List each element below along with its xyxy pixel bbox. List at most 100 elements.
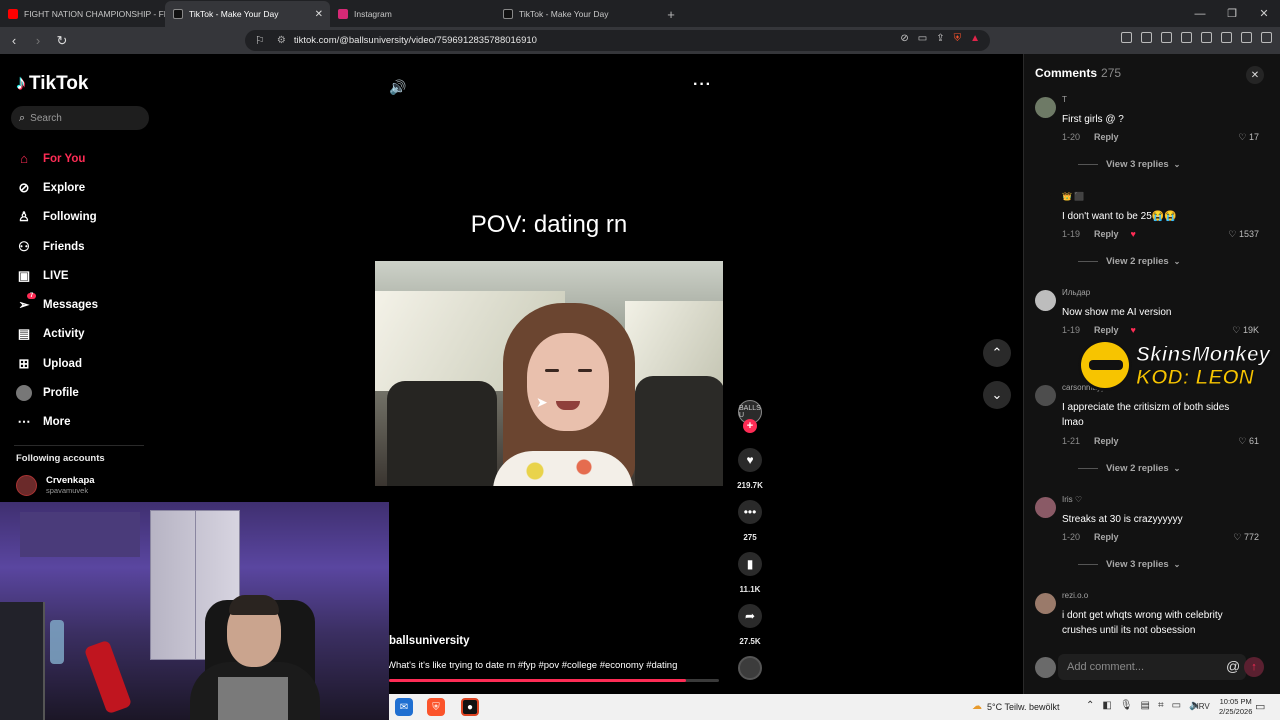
comment-text: i dont get whqts wrong with celebrity cr… xyxy=(1062,610,1223,636)
video-player[interactable] xyxy=(375,261,723,486)
sidebar-item-activity[interactable]: ▤ Activity xyxy=(16,320,98,349)
sidebar-item-profile[interactable]: Profile xyxy=(16,378,98,407)
follow-plus-icon[interactable]: + xyxy=(743,419,757,433)
following-account-item[interactable]: Crvenkapa spavamuvek xyxy=(16,475,95,496)
comment-like[interactable]: ♡ 61 xyxy=(1238,436,1259,447)
back-icon[interactable]: ‹ xyxy=(4,31,24,51)
site-info-icon[interactable]: ⚙ xyxy=(277,35,286,46)
comment-like[interactable]: ♡ 17 xyxy=(1238,132,1259,143)
tray-chevron-icon[interactable]: ⌃ xyxy=(1086,700,1094,711)
mention-icon[interactable]: @ xyxy=(1226,658,1240,674)
browser-tab-3[interactable]: TikTok - Make Your Day xyxy=(495,1,660,27)
previous-video-button[interactable]: ⌃ xyxy=(983,339,1011,367)
minimize-icon[interactable]: — xyxy=(1184,0,1216,27)
view-replies-button[interactable]: View 2 replies ⌄ xyxy=(1078,463,1180,474)
video-author[interactable]: ballsuniversity xyxy=(389,635,470,647)
bookmark-icon[interactable]: ⚐ xyxy=(255,34,265,47)
brave-rewards-icon[interactable]: ▲ xyxy=(970,33,980,44)
commenter-avatar[interactable] xyxy=(1035,194,1056,215)
menu-icon[interactable] xyxy=(1261,32,1272,43)
comment-like[interactable]: ♡ 1537 xyxy=(1228,229,1259,240)
reply-button[interactable]: Reply xyxy=(1094,436,1119,446)
tiktok-logo[interactable]: ♪ TikTok xyxy=(16,72,88,95)
sidebar-item-explore[interactable]: ⊘ Explore xyxy=(16,173,98,202)
share-icon[interactable]: ⇪ xyxy=(936,33,944,44)
send-comment-button[interactable]: ↑ xyxy=(1244,657,1264,677)
address-bar[interactable]: ⚐ ⚙ tiktok.com/@ballsuniversity/video/75… xyxy=(245,30,990,51)
mic-icon[interactable]: 🎙 xyxy=(1120,700,1133,711)
bookmark-icon: ▮ xyxy=(746,557,754,571)
close-tab-icon[interactable]: ✕ xyxy=(315,9,323,20)
recording-app-icon[interactable]: ● xyxy=(461,698,479,716)
next-video-button[interactable]: ⌄ xyxy=(983,381,1011,409)
commenter-avatar[interactable] xyxy=(1035,290,1056,311)
clock[interactable]: 10:05 PM 2/25/2026 xyxy=(1219,697,1252,717)
save-button[interactable]: ▮ xyxy=(738,552,762,576)
commenter-name[interactable]: Ильдар xyxy=(1062,288,1090,297)
music-icon[interactable] xyxy=(1161,32,1172,43)
sidebar-item-upload[interactable]: ⊞ Upload xyxy=(16,349,98,378)
commenter-name[interactable]: Iris ♡ xyxy=(1062,495,1082,504)
commenter-avatar[interactable] xyxy=(1035,97,1056,118)
reply-button[interactable]: Reply xyxy=(1094,325,1119,335)
view-replies-button[interactable]: View 3 replies ⌄ xyxy=(1078,159,1180,170)
commenter-avatar[interactable] xyxy=(1035,497,1056,518)
keyboard-language[interactable]: HRV xyxy=(1193,702,1210,711)
notification-icon[interactable]: ▭ xyxy=(1255,700,1265,713)
reply-button[interactable]: Reply xyxy=(1094,132,1119,142)
volume-icon[interactable]: 🔊 xyxy=(389,79,406,96)
ai-icon[interactable] xyxy=(1221,32,1232,43)
network-icon[interactable]: ▭ xyxy=(1172,700,1181,711)
comment-button[interactable]: ••• xyxy=(738,500,762,524)
like-button[interactable]: ♥ xyxy=(738,448,762,472)
more-options-icon[interactable]: ··· xyxy=(693,76,712,94)
sidebar-item-messages[interactable]: ➢ 7 Messages xyxy=(16,290,98,319)
brave-shield-icon[interactable]: ⛨ xyxy=(954,33,962,44)
commenter-name[interactable]: T xyxy=(1062,95,1067,104)
mouse-cursor-icon: ➤ xyxy=(536,394,548,410)
comment-like[interactable]: ♡ 772 xyxy=(1233,532,1259,543)
screen-icon[interactable]: ▭ xyxy=(918,33,927,44)
music-disc-icon[interactable] xyxy=(738,656,762,680)
sidebar-item-more[interactable]: ⋯ More xyxy=(16,408,98,437)
video-progress-bar[interactable] xyxy=(389,679,719,682)
sidebar-icon[interactable] xyxy=(1181,32,1192,43)
sidebar-item-following[interactable]: ♙ Following xyxy=(16,203,98,232)
commenter-name[interactable]: 👑 ⬛ xyxy=(1062,192,1084,201)
sidebar-item-live[interactable]: ▣ LIVE xyxy=(16,261,98,290)
close-comments-button[interactable]: ✕ xyxy=(1246,66,1264,84)
browser-tab-0[interactable]: FIGHT NATION CHAMPIONSHIP - FN xyxy=(0,1,165,27)
tray-app-icon[interactable]: ▤ xyxy=(1141,700,1150,711)
reply-button[interactable]: Reply xyxy=(1094,229,1119,239)
share-button[interactable]: ➦ xyxy=(738,604,762,628)
add-comment-input[interactable]: Add comment... @ ☺ xyxy=(1058,654,1261,680)
view-replies-button[interactable]: View 2 replies ⌄ xyxy=(1078,256,1180,267)
puzzle-icon[interactable] xyxy=(1121,32,1132,43)
sidebar-item-friends[interactable]: ⚇ Friends xyxy=(16,232,98,261)
commenter-avatar[interactable] xyxy=(1035,385,1056,406)
wallet-icon[interactable] xyxy=(1141,32,1152,43)
forward-icon[interactable]: › xyxy=(28,31,48,51)
sidebar-item-for-you[interactable]: ⌂ For You xyxy=(16,144,98,173)
view-replies-button[interactable]: View 3 replies ⌄ xyxy=(1078,559,1180,570)
comment-like[interactable]: ♡ 19K xyxy=(1232,325,1259,336)
new-tab-button[interactable]: + xyxy=(660,1,682,27)
close-window-icon[interactable]: ✕ xyxy=(1248,0,1280,27)
weather-widget[interactable]: ☁ 5°C Teilw. bewölkt xyxy=(972,701,1059,712)
wallet2-icon[interactable] xyxy=(1201,32,1212,43)
water-bottle xyxy=(50,620,64,664)
brave-app-icon[interactable]: ⛨ xyxy=(427,698,445,716)
restore-icon[interactable]: ❐ xyxy=(1216,0,1248,27)
browser-tab-2[interactable]: Instagram xyxy=(330,1,495,27)
commenter-avatar[interactable] xyxy=(1035,593,1056,614)
tray-app-icon[interactable]: ⌗ xyxy=(1158,700,1164,711)
commenter-name[interactable]: rezi.o.o xyxy=(1062,591,1088,600)
reload-icon[interactable]: ↻ xyxy=(52,31,72,51)
outlook-app-icon[interactable]: ✉ xyxy=(395,698,413,716)
tray-app-icon[interactable]: ◧ xyxy=(1102,700,1111,711)
vpn-icon[interactable] xyxy=(1241,32,1252,43)
search-input[interactable]: ⌕ Search xyxy=(11,106,149,130)
reply-button[interactable]: Reply xyxy=(1094,532,1119,542)
no-media-icon[interactable]: ⊘ xyxy=(900,33,908,44)
browser-tab-1[interactable]: TikTok - Make Your Day ✕ xyxy=(165,1,330,27)
